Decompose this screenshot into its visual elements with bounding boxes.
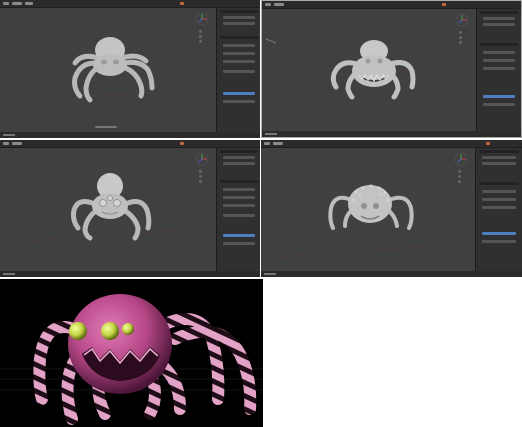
props-row [479,182,519,185]
props-row-active[interactable] [483,95,515,98]
viewport-panel-1 [0,0,260,138]
menu-item[interactable] [273,142,283,145]
nav-buttons-icon[interactable] [199,40,202,43]
props-row[interactable] [223,100,255,103]
nav-buttons-icon[interactable] [459,36,462,39]
props-row[interactable] [482,156,516,159]
props-row[interactable] [223,214,255,217]
status-bar [0,132,260,138]
status-item [3,273,15,275]
nav-buttons-icon[interactable] [458,170,461,173]
properties-panel[interactable] [216,8,260,132]
header-bar [261,140,522,148]
3d-viewport[interactable] [262,9,477,133]
props-row[interactable] [223,60,255,63]
status-item [264,273,276,275]
viewport-panel-2 [261,0,522,138]
gizmo-icon[interactable] [454,152,468,166]
props-row[interactable] [223,70,255,73]
props-row[interactable] [223,188,255,191]
menu-item[interactable] [274,3,284,6]
menu-item[interactable] [442,3,446,6]
menu-item[interactable] [180,2,184,5]
screenshot-collage [0,0,522,427]
menu-icon[interactable] [265,3,271,6]
status-item [265,133,277,135]
properties-panel[interactable] [216,148,260,271]
nav-buttons-icon[interactable] [458,175,461,178]
menu-item[interactable] [12,142,22,145]
nav-buttons-icon[interactable] [199,180,202,183]
props-row[interactable] [223,196,255,199]
props-row[interactable] [482,206,516,209]
props-row-active[interactable] [223,234,255,237]
spider-sculpt-spiky [261,184,476,259]
menu-item[interactable] [180,142,184,145]
rendered-spider-image [0,279,263,427]
nav-buttons-icon[interactable] [199,35,202,38]
spider-sculpt-teeth [262,38,477,100]
props-row[interactable] [483,51,515,54]
props-row[interactable] [223,204,255,207]
3d-viewport[interactable] [0,8,217,133]
props-row [479,150,519,153]
viewport-panel-4 [261,140,522,277]
props-row[interactable] [223,16,255,19]
menu-item[interactable] [25,2,33,5]
props-row[interactable] [223,44,255,47]
header-bar [262,1,521,9]
gizmo-icon[interactable] [455,13,469,27]
props-row[interactable] [483,67,515,70]
props-row-active[interactable] [482,232,516,235]
props-row[interactable] [482,240,516,243]
nav-buttons-icon[interactable] [459,41,462,44]
nav-buttons-icon[interactable] [199,175,202,178]
spider-sculpt-smooth [0,37,217,133]
properties-panel[interactable] [476,9,521,131]
props-row[interactable] [483,17,515,20]
props-row[interactable] [223,162,255,165]
props-row[interactable] [223,156,255,159]
props-row[interactable] [483,59,515,62]
3d-viewport[interactable] [0,148,217,271]
status-bar [0,271,260,277]
props-row [220,150,258,153]
menu-icon[interactable] [3,142,9,145]
status-bar [262,131,521,137]
rendered-spider [0,294,263,425]
header-bar [0,140,260,148]
props-row[interactable] [223,242,255,245]
props-row[interactable] [223,52,255,55]
status-item [3,134,15,136]
3d-viewport[interactable] [261,148,476,271]
gizmo-icon[interactable] [195,152,209,166]
status-text [95,126,117,128]
props-row[interactable] [482,162,516,165]
props-row [480,11,518,14]
nav-buttons-icon[interactable] [199,170,202,173]
props-row-active[interactable] [223,92,255,95]
viewport-panel-3 [0,140,260,277]
nav-buttons-icon[interactable] [458,180,461,183]
menu-icon[interactable] [3,2,9,5]
props-row [480,43,518,46]
status-bar [261,271,522,277]
props-row [220,180,258,183]
props-row[interactable] [483,23,515,26]
props-row[interactable] [482,190,516,193]
props-row [220,36,258,39]
menu-item[interactable] [12,2,22,5]
nav-buttons-icon[interactable] [459,31,462,34]
props-row[interactable] [223,22,255,25]
spider-sculpt-eyes [0,173,217,244]
header-bar [0,0,260,8]
nav-buttons-icon[interactable] [199,30,202,33]
props-row[interactable] [483,103,515,106]
props-row [220,10,258,13]
gizmo-icon[interactable] [195,12,209,26]
menu-icon[interactable] [264,142,270,145]
properties-panel[interactable] [475,148,522,271]
menu-item[interactable] [486,142,490,145]
props-row[interactable] [482,198,516,201]
